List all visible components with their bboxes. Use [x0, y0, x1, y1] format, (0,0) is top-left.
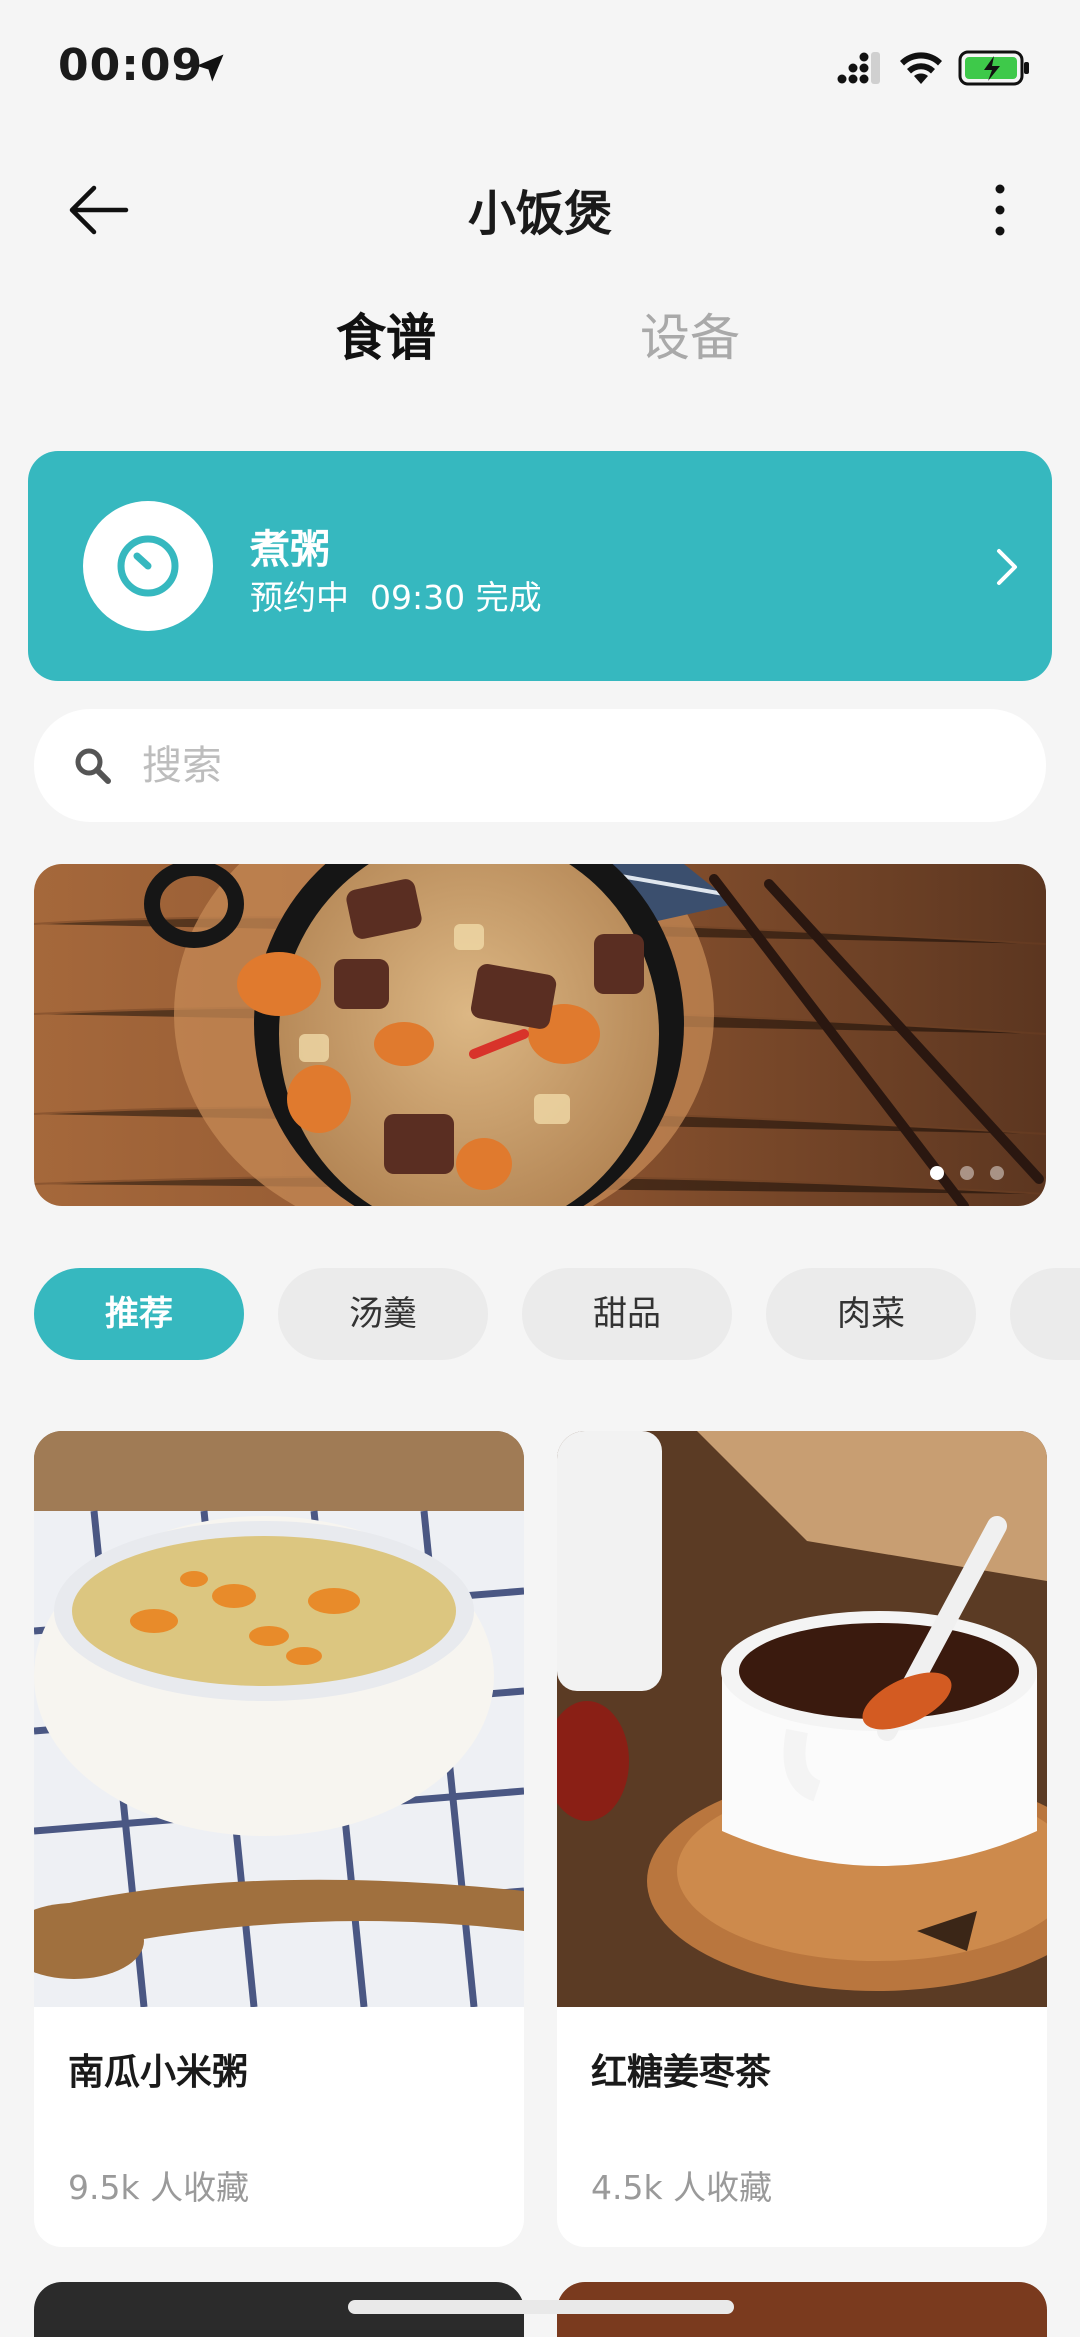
home-indicator[interactable]: [348, 2300, 734, 2314]
chip-more[interactable]: [1010, 1268, 1080, 1360]
recipe-name: 红糖姜枣茶: [591, 2052, 772, 2093]
recipe-favorites: 9.5k 人收藏: [68, 2168, 250, 2207]
cooking-mode-title: 煮粥: [250, 527, 330, 573]
cooking-finish-time: 09:30 完成: [369, 578, 542, 617]
location-arrow-icon: [196, 54, 224, 82]
app-header: 小饭煲: [0, 160, 1080, 260]
cooking-status-card[interactable]: 煮粥 预约中 09:30 完成: [28, 451, 1052, 681]
page-title: 小饭煲: [467, 186, 612, 242]
timer-badge: [83, 501, 213, 631]
cooking-state: 预约中: [250, 578, 349, 617]
search-icon: [75, 748, 111, 784]
carousel-dot: [930, 1166, 944, 1180]
recipe-card[interactable]: 红糖姜枣茶 4.5k 人收藏: [557, 1431, 1047, 2247]
search-input[interactable]: [142, 731, 1002, 801]
cellular-signal-icon: [837, 52, 880, 84]
search-bar[interactable]: [34, 709, 1046, 822]
carousel-dot: [990, 1166, 1004, 1180]
tab-device[interactable]: 设备: [640, 298, 740, 370]
recipe-card[interactable]: 南瓜小米粥 9.5k 人收藏: [34, 1431, 524, 2247]
carousel-indicator: [930, 1166, 1004, 1180]
chip-meat[interactable]: 肉菜: [766, 1268, 976, 1360]
featured-banner[interactable]: [34, 864, 1046, 1206]
rice-with-beef-and-carrots-image: [34, 864, 1046, 1206]
timer-icon: [117, 535, 179, 597]
recipe-name: 南瓜小米粥: [68, 2052, 249, 2093]
tab-recipes[interactable]: 食谱: [336, 298, 436, 370]
chip-dessert[interactable]: 甜品: [522, 1268, 732, 1360]
chip-soup[interactable]: 汤羹: [278, 1268, 488, 1360]
brown-sugar-ginger-date-tea-image: [557, 1431, 1047, 2007]
battery-charging-icon: [958, 50, 1029, 86]
pumpkin-millet-porridge-image: [34, 1431, 524, 2007]
recipe-favorites: 4.5k 人收藏: [591, 2168, 773, 2207]
cooking-schedule: 预约中 09:30 完成: [250, 571, 542, 619]
status-bar: 00:09: [0, 0, 1080, 140]
category-chips: 推荐 汤羹 甜品 肉菜: [0, 1268, 1080, 1360]
carousel-dot: [960, 1166, 974, 1180]
status-time: 00:09: [58, 40, 204, 91]
recipe-image: [557, 1431, 1047, 2007]
more-vertical-icon[interactable]: [984, 180, 1016, 240]
recipe-image: [34, 1431, 524, 2007]
chip-recommended[interactable]: 推荐: [34, 1268, 244, 1360]
wifi-icon: [900, 52, 942, 84]
chevron-right-icon: [997, 549, 1017, 585]
